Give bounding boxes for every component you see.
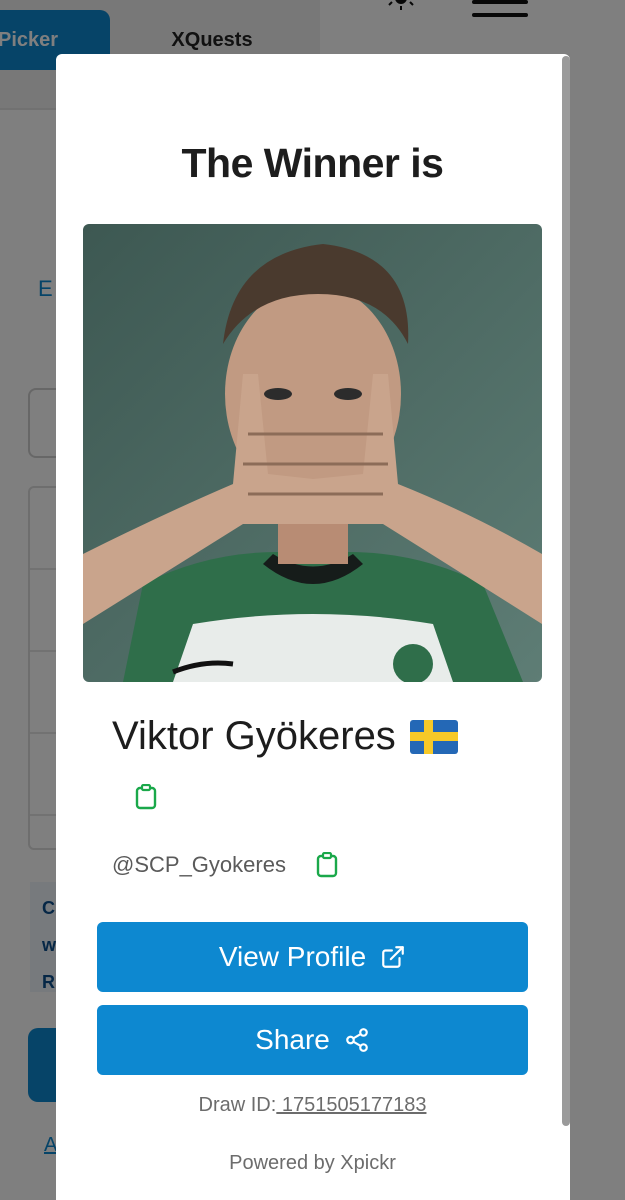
winner-photo [83,224,542,682]
winner-name: Viktor Gyökeres [112,714,396,758]
draw-id-link[interactable]: 1751505177183 [276,1094,427,1116]
copy-handle-icon[interactable] [316,851,338,878]
winner-handle: @SCP_Gyokeres [112,852,286,877]
draw-id-label: Draw ID: [198,1094,277,1116]
modal-scrollbar[interactable] [562,56,570,1126]
copy-name-icon[interactable] [135,783,157,810]
winner-name-row: Viktor Gyökeres [112,714,458,759]
sweden-flag-icon [409,719,458,754]
share-button[interactable]: Share [97,1005,528,1075]
share-label: Share [255,1024,330,1055]
share-icon [346,1028,368,1052]
modal-title: The Winner is [181,140,444,186]
powered-by: Powered by Xpickr [229,1152,396,1174]
external-link-icon [382,946,404,968]
draw-id-row: Draw ID: 1751505177183 [0,1094,625,1117]
view-profile-button[interactable]: View Profile [97,922,528,992]
view-profile-label: View Profile [218,941,367,972]
